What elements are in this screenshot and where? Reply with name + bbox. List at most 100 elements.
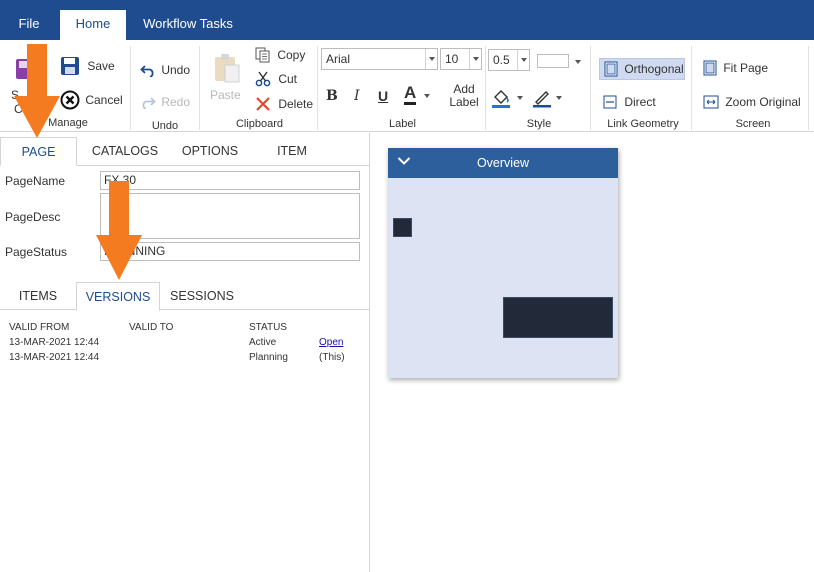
properties-panel: PAGE CATALOGS OPTIONS ITEM PageName FX 3…: [0, 133, 370, 572]
group-label-style: Style: [526, 118, 552, 130]
group-link-geometry: Orthogonal Direct Link Geometry: [591, 40, 691, 132]
cut-button[interactable]: Cut: [255, 71, 297, 87]
overview-panel: Overview: [388, 148, 618, 378]
copy-icon: [255, 47, 270, 63]
redo-button[interactable]: Redo: [140, 94, 190, 109]
delete-x-icon: [256, 97, 270, 111]
group-label-link-geometry: Link Geometry: [607, 118, 679, 130]
overview-node[interactable]: [503, 297, 613, 338]
chevron-down-icon: [469, 49, 481, 69]
annotation-arrow-icon: [14, 44, 60, 138]
line-width-select[interactable]: 0.5: [488, 49, 530, 71]
page-tabs: PAGE CATALOGS OPTIONS ITEM: [0, 137, 369, 166]
version-valid-from: 13-MAR-2021 12:44: [9, 352, 100, 363]
version-valid-from: 13-MAR-2021 12:44: [9, 337, 100, 348]
chevron-down-icon: [556, 96, 562, 100]
chevron-down-icon: [424, 94, 430, 98]
scissors-icon: [255, 71, 271, 87]
version-current-marker: (This): [319, 352, 345, 363]
versions-header-status: STATUS: [249, 322, 287, 333]
italic-button[interactable]: I: [354, 88, 360, 104]
menu-home[interactable]: Home: [60, 10, 126, 40]
tab-items[interactable]: ITEMS: [6, 282, 70, 311]
paint-bucket-icon: [492, 90, 510, 108]
direct-icon: [603, 95, 617, 109]
ribbon: S C Save Cancel Manage Undo Redo Undo Pa…: [0, 40, 814, 132]
paste-icon: [215, 54, 240, 83]
group-label: Arial 10 B I U A Add Label Label: [318, 40, 485, 132]
group-label-clipboard: Clipboard: [235, 118, 284, 130]
save-label: Save: [87, 59, 115, 73]
menu-file[interactable]: File: [0, 0, 58, 40]
chevron-down-icon: [517, 96, 523, 100]
chevron-down-icon[interactable]: [397, 156, 411, 166]
redo-label: Redo: [161, 94, 191, 109]
chevron-down-icon: [425, 49, 437, 69]
copy-label: Copy: [277, 48, 306, 62]
group-undo: Undo Redo Undo: [131, 40, 199, 132]
font-color-icon: A: [404, 84, 417, 105]
fit-page-button[interactable]: Fit Page: [703, 60, 768, 76]
version-status: Planning: [249, 352, 288, 363]
paste-button[interactable]: Paste: [208, 52, 244, 104]
cut-label: Cut: [278, 72, 298, 86]
zoom-original-label: Zoom Original: [725, 94, 801, 109]
overview-title: Overview: [476, 156, 530, 170]
tab-options[interactable]: OPTIONS: [172, 137, 248, 166]
line-color-select[interactable]: [536, 52, 582, 68]
add-label-button[interactable]: Add Label: [446, 83, 482, 113]
versions-header-valid-to: VALID TO: [129, 322, 174, 333]
group-label-screen: Screen: [735, 118, 771, 130]
font-size-select[interactable]: 10: [440, 48, 482, 70]
overview-node[interactable]: [393, 218, 412, 237]
cancel-icon: [60, 90, 80, 110]
group-label-undo: Undo: [151, 120, 179, 132]
cancel-button[interactable]: Cancel: [60, 90, 123, 110]
tab-page[interactable]: PAGE: [0, 137, 77, 166]
orthogonal-button[interactable]: Orthogonal: [599, 58, 685, 80]
overview-header: Overview: [388, 148, 618, 178]
ribbon-separator: [808, 46, 809, 130]
line-style-button[interactable]: [532, 88, 566, 108]
font-color-button[interactable]: A: [402, 84, 432, 108]
orthogonal-icon: [604, 61, 618, 77]
fill-color-button[interactable]: [491, 88, 525, 108]
tab-catalogs[interactable]: CATALOGS: [82, 137, 168, 166]
copy-button[interactable]: Copy: [255, 47, 305, 63]
tab-sessions[interactable]: SESSIONS: [162, 282, 242, 311]
redo-icon: [142, 97, 156, 109]
versions-header-valid-from: VALID FROM: [9, 322, 70, 333]
paste-label: Paste: [210, 88, 241, 102]
page-name-label: PageName: [5, 174, 66, 188]
direct-button[interactable]: Direct: [603, 94, 656, 109]
line-width-value: 0.5: [493, 53, 510, 67]
fit-page-label: Fit Page: [723, 61, 769, 75]
menu-workflow-tasks[interactable]: Workflow Tasks: [136, 0, 240, 40]
underline-button[interactable]: U: [378, 88, 388, 104]
tab-item[interactable]: ITEM: [260, 137, 324, 166]
page-desc-label: PageDesc: [5, 210, 61, 224]
zoom-original-button[interactable]: Zoom Original: [703, 94, 801, 109]
page-sub-tabs: ITEMS VERSIONS SESSIONS: [0, 282, 369, 311]
undo-label: Undo: [161, 62, 191, 77]
version-status: Active: [249, 337, 277, 348]
delete-button[interactable]: Delete: [255, 96, 313, 112]
menu-bar: File Home Workflow Tasks: [0, 0, 814, 40]
cancel-label: Cancel: [85, 93, 123, 107]
pen-line-icon: [533, 91, 551, 108]
direct-label: Direct: [624, 94, 656, 109]
annotation-arrow-icon: [96, 181, 142, 280]
delete-label: Delete: [278, 97, 314, 111]
group-style: 0.5 Style: [486, 40, 590, 132]
group-screen: Fit Page Zoom Original Screen: [692, 40, 808, 132]
save-icon: [61, 57, 79, 75]
save-button[interactable]: Save: [60, 56, 115, 76]
undo-button[interactable]: Undo: [140, 62, 190, 77]
font-family-select[interactable]: Arial: [321, 48, 438, 70]
line-color-swatch: [537, 54, 569, 68]
tab-versions[interactable]: VERSIONS: [76, 282, 160, 311]
undo-icon: [140, 65, 154, 77]
version-open-link[interactable]: Open: [319, 337, 343, 348]
bold-button[interactable]: B: [326, 88, 338, 104]
page-status-label: PageStatus: [5, 245, 68, 259]
